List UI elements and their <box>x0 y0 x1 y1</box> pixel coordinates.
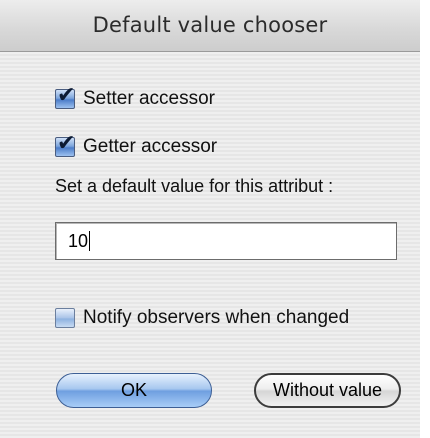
getter-accessor-checkbox[interactable]: ✔ <box>55 133 75 157</box>
title-bar[interactable]: Default value chooser <box>0 0 420 52</box>
setter-accessor-option[interactable]: ✔ Setter accessor <box>55 85 215 110</box>
setter-accessor-checkbox[interactable]: ✔ <box>55 85 75 109</box>
notify-observers-checkbox[interactable] <box>55 308 75 328</box>
setter-accessor-label: Setter accessor <box>83 88 215 109</box>
default-value-dialog: Default value chooser ✔ Setter accessor … <box>0 0 420 438</box>
checkmark-icon: ✔ <box>57 83 76 108</box>
getter-accessor-option[interactable]: ✔ Getter accessor <box>55 133 218 158</box>
default-value-text: 10 <box>68 231 89 251</box>
getter-accessor-label: Getter accessor <box>83 136 218 157</box>
ok-button[interactable]: OK <box>56 373 212 408</box>
notify-observers-label: Notify observers when changed <box>83 307 350 328</box>
text-caret <box>89 231 91 251</box>
default-value-prompt: Set a default value for this attribut : <box>55 176 334 196</box>
default-value-input[interactable]: 10 <box>55 222 397 260</box>
dialog-title: Default value chooser <box>92 13 328 37</box>
without-value-button[interactable]: Without value <box>254 373 401 408</box>
checkmark-icon: ✔ <box>57 131 76 156</box>
notify-observers-option[interactable]: Notify observers when changed <box>55 307 349 329</box>
